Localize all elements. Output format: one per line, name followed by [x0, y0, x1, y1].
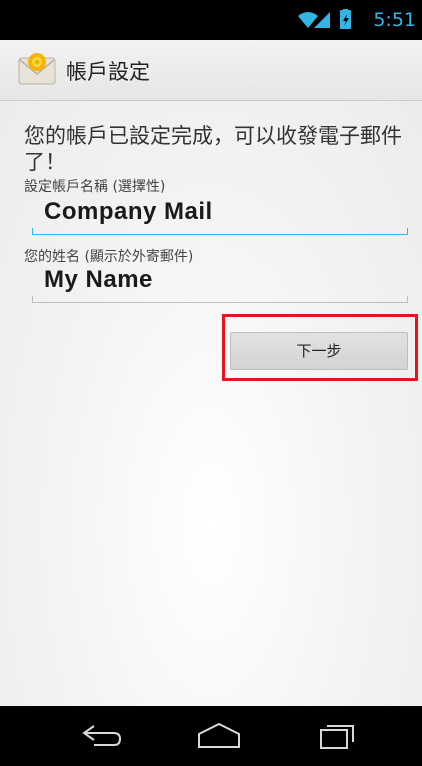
- action-bar: 帳戶設定: [0, 40, 422, 101]
- back-icon[interactable]: [80, 722, 124, 754]
- email-app-icon[interactable]: [18, 52, 56, 90]
- wifi-icon: [298, 12, 318, 28]
- setup-complete-message: 您的帳戶已設定完成，可以收發電子郵件了！: [24, 124, 402, 174]
- status-icons: [296, 9, 352, 35]
- action-bar-title: 帳戶設定: [66, 60, 150, 84]
- status-bar: 5:51: [0, 0, 422, 40]
- home-icon[interactable]: [196, 722, 242, 754]
- navigation-bar: [0, 706, 422, 766]
- status-time: 5:51: [373, 9, 416, 31]
- recent-apps-icon[interactable]: [318, 722, 358, 754]
- account-name-field[interactable]: Company Mail: [32, 194, 408, 235]
- account-name-value: Company Mail: [44, 198, 213, 225]
- your-name-value: My Name: [44, 266, 153, 293]
- highlight-box: [222, 314, 418, 381]
- setup-content: 您的帳戶已設定完成，可以收發電子郵件了！ 設定帳戶名稱 (選擇性) Compan…: [0, 101, 422, 706]
- account-name-label: 設定帳戶名稱 (選擇性): [24, 179, 166, 195]
- battery-icon: [340, 9, 351, 29]
- signal-icon: [314, 12, 330, 28]
- your-name-field[interactable]: My Name: [32, 262, 408, 303]
